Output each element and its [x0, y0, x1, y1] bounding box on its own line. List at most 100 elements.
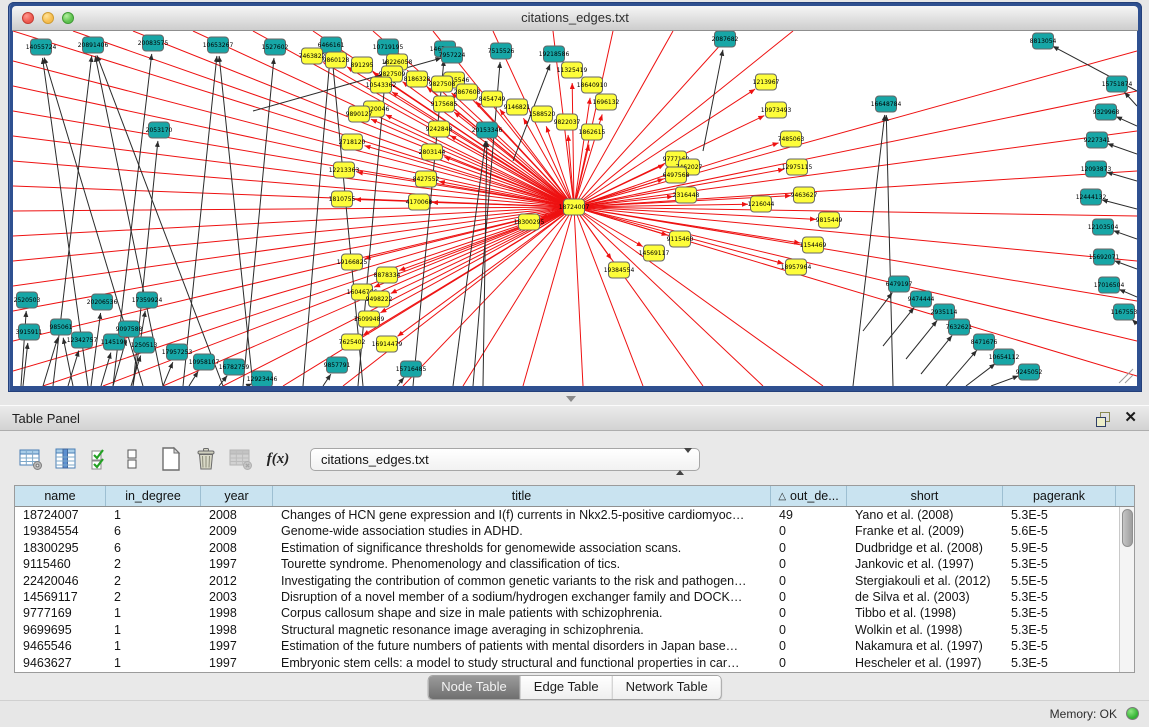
- graph-node[interactable]: 18957964: [781, 259, 812, 275]
- graph-node[interactable]: 18640910: [577, 77, 608, 93]
- splitter-handle-icon[interactable]: [566, 396, 576, 402]
- graph-node[interactable]: 12342757: [67, 332, 98, 348]
- graph-node[interactable]: 8813054: [1030, 33, 1057, 49]
- graph-node[interactable]: 10653267: [203, 37, 234, 53]
- table-row[interactable]: 969969511998Structural magnetic resonanc…: [15, 622, 1134, 638]
- column-header-year[interactable]: year: [201, 486, 273, 506]
- graph-node[interactable]: 4170068: [406, 194, 433, 210]
- graph-node[interactable]: 14569117: [639, 245, 670, 261]
- graph-node[interactable]: 9329968: [1093, 104, 1120, 120]
- graph-node[interactable]: 12923446: [247, 371, 278, 386]
- graph-node[interactable]: 12093873: [1081, 161, 1112, 177]
- graph-node[interactable]: 2053170: [146, 122, 173, 138]
- graph-node[interactable]: 19384554: [604, 262, 635, 278]
- graph-node[interactable]: 20206536: [87, 294, 118, 310]
- graph-node[interactable]: 17016504: [1094, 277, 1125, 293]
- graph-node[interactable]: 12975115: [782, 159, 813, 175]
- graph-node[interactable]: 18300295: [514, 214, 545, 230]
- graph-node[interactable]: 7515526: [488, 43, 515, 59]
- graph-node[interactable]: 9857791: [324, 357, 351, 373]
- table-row[interactable]: 911546021997Tourette syndrome. Phenomeno…: [15, 556, 1134, 572]
- graph-node[interactable]: 10543362: [366, 77, 397, 93]
- column-header-short[interactable]: short: [847, 486, 1003, 506]
- function-builder-button[interactable]: f(x): [261, 444, 295, 474]
- graph-node[interactable]: 9115460: [667, 231, 694, 247]
- graph-node[interactable]: 7625402: [339, 334, 366, 350]
- table-row[interactable]: 1872400712008Changes of HCN gene express…: [15, 507, 1134, 523]
- graph-node[interactable]: 1810755: [329, 191, 356, 207]
- graph-node[interactable]: 7632621: [946, 319, 973, 335]
- graph-node[interactable]: 19218586: [539, 46, 570, 62]
- panel-splitter[interactable]: [0, 392, 1149, 405]
- graph-node-hub[interactable]: 18724007: [559, 199, 590, 215]
- graph-node[interactable]: 9242848: [426, 121, 453, 137]
- graph-node[interactable]: 7463822: [299, 48, 326, 64]
- graph-node[interactable]: 2803144: [419, 144, 446, 160]
- graph-node[interactable]: 7957224: [439, 47, 466, 63]
- graph-node[interactable]: 16782759: [219, 359, 250, 375]
- table-row[interactable]: 1938455462009Genome-wide association stu…: [15, 523, 1134, 539]
- graph-node[interactable]: 2087682: [712, 31, 739, 47]
- column-header-name[interactable]: name: [15, 486, 106, 506]
- graph-node[interactable]: 12213363: [329, 162, 360, 178]
- graph-node[interactable]: 3915911: [16, 324, 43, 340]
- graph-node[interactable]: 1167553: [1111, 304, 1137, 320]
- vertical-scrollbar[interactable]: [1119, 507, 1134, 672]
- graph-node[interactable]: 20891406: [78, 37, 109, 53]
- table-row[interactable]: 977716911998Corpus callosum shape and si…: [15, 605, 1134, 621]
- float-panel-icon[interactable]: [1095, 411, 1111, 427]
- graph-node[interactable]: 20083575: [138, 35, 169, 51]
- graph-node[interactable]: 9815449: [816, 212, 843, 228]
- graph-node[interactable]: 1527602: [262, 39, 289, 55]
- table-row[interactable]: 2242004622012Investigating the contribut…: [15, 573, 1134, 589]
- scrollbar-thumb[interactable]: [1122, 509, 1133, 547]
- graph-node[interactable]: 9890127: [346, 106, 373, 122]
- graph-node[interactable]: 1588520: [529, 106, 556, 122]
- graph-node[interactable]: 7485063: [778, 131, 805, 147]
- network-window-titlebar[interactable]: citations_edges.txt: [12, 6, 1138, 31]
- graph-node[interactable]: 10973493: [761, 102, 792, 118]
- graph-node[interactable]: 6479197: [886, 276, 913, 292]
- graph-node[interactable]: 8454749: [479, 91, 506, 107]
- graph-node[interactable]: 9860128: [323, 52, 350, 68]
- tab-network-table[interactable]: Network Table: [613, 676, 721, 699]
- graph-node[interactable]: 9463627: [791, 187, 818, 203]
- graph-node[interactable]: 891295: [351, 57, 374, 73]
- graph-node[interactable]: 12444132: [1076, 189, 1107, 205]
- table-row[interactable]: 1830029562008Estimation of significance …: [15, 540, 1134, 556]
- graph-node[interactable]: 2718120: [339, 134, 366, 150]
- graph-node[interactable]: 2520503: [14, 292, 41, 308]
- tab-node-table[interactable]: Node Table: [428, 676, 521, 699]
- graph-node[interactable]: 16099489: [354, 311, 385, 327]
- graph-node[interactable]: 8471676: [971, 334, 998, 350]
- graph-node[interactable]: 12103504: [1088, 219, 1119, 235]
- graph-node[interactable]: 8427552: [413, 171, 440, 187]
- graph-node[interactable]: 20153346: [472, 122, 503, 138]
- graph-node[interactable]: 19166825: [337, 254, 368, 270]
- graph-node[interactable]: 1862615: [579, 124, 606, 140]
- select-all-button[interactable]: [86, 444, 116, 474]
- graph-node[interactable]: 1216044: [748, 196, 775, 212]
- column-header-out_de[interactable]: △out_de...: [771, 486, 847, 506]
- table-row[interactable]: 946554611997Estimation of the future num…: [15, 638, 1134, 654]
- graph-node[interactable]: 15716485: [396, 361, 427, 377]
- tab-edge-table[interactable]: Edge Table: [521, 676, 613, 699]
- delete-button[interactable]: [191, 444, 221, 474]
- graph-node[interactable]: 9097588: [116, 321, 143, 337]
- graph-node[interactable]: 2316448: [673, 187, 700, 203]
- new-file-button[interactable]: [156, 444, 186, 474]
- graph-node[interactable]: 9245052: [1016, 364, 1043, 380]
- graph-node[interactable]: 17359924: [132, 292, 163, 308]
- column-header-pagerank[interactable]: pagerank: [1003, 486, 1116, 506]
- graph-node[interactable]: 8186328: [404, 71, 431, 87]
- graph-node[interactable]: 6497568: [663, 167, 690, 183]
- graph-node[interactable]: 8878334: [374, 267, 401, 283]
- graph-node[interactable]: 9827508: [429, 76, 456, 92]
- graph-node[interactable]: 9175685: [431, 96, 458, 112]
- clear-selection-button[interactable]: [121, 444, 151, 474]
- graph-node[interactable]: 1250513: [131, 337, 158, 353]
- show-columns-button[interactable]: [51, 444, 81, 474]
- graph-node[interactable]: 1696132: [593, 94, 620, 110]
- graph-node[interactable]: 16914479: [372, 336, 403, 352]
- table-select-dropdown[interactable]: citations_edges.txt: [310, 448, 700, 471]
